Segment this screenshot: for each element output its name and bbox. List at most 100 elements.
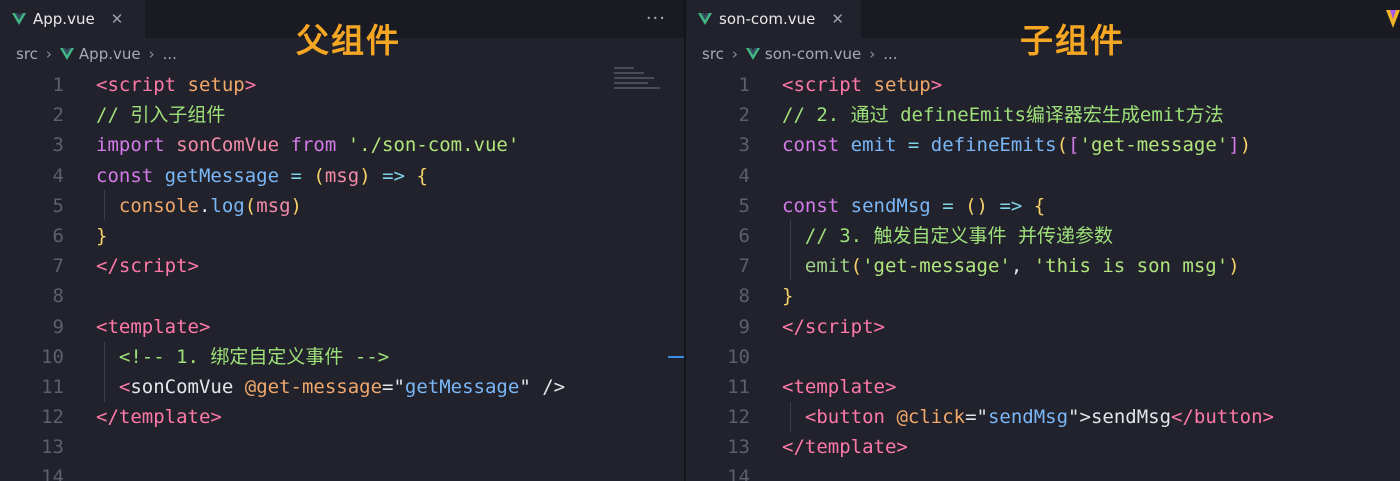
code-token: from [290, 134, 337, 157]
code-line[interactable]: 10 <!-- 1. 绑定自定义事件 --> [0, 342, 684, 372]
code-token: const [782, 134, 840, 157]
code-text: </script> [96, 251, 199, 281]
breadcrumb-folder[interactable]: src [16, 45, 38, 63]
code-line[interactable]: 3 const emit = defineEmits(['get-message'… [686, 130, 1400, 160]
code-line[interactable]: 1 <script setup> [0, 70, 684, 100]
code-token: > [896, 436, 908, 459]
code-token: console [118, 194, 199, 217]
code-token: , [1010, 255, 1034, 278]
vite-icon[interactable] [1386, 10, 1400, 28]
code-line[interactable]: 8 [0, 281, 684, 311]
code-token: button [1193, 406, 1263, 429]
code-line[interactable]: 11 <template> [686, 372, 1400, 402]
code-line[interactable]: 5 const sendMsg = () => { [686, 191, 1400, 221]
breadcrumb-file[interactable]: App.vue [79, 45, 141, 63]
code-line[interactable]: 4 [686, 161, 1400, 191]
code-line[interactable]: 6 // 3. 触发自定义事件 并传递参数 [686, 221, 1400, 251]
code-token: template [107, 315, 199, 338]
code-token: ( [313, 164, 325, 187]
code-line[interactable]: 14 [686, 462, 1400, 481]
code-text: <sonComVue @get-message="getMessage" /> [96, 372, 565, 402]
code-text: const emit = defineEmits(['get-message']… [782, 130, 1251, 160]
line-number: 9 [738, 315, 750, 338]
code-text: <template> [96, 312, 210, 342]
close-icon[interactable]: ✕ [831, 10, 844, 28]
tab-app-vue[interactable]: App.vue ✕ [0, 0, 145, 38]
breadcrumb-tail[interactable]: ... [163, 45, 177, 63]
code-line[interactable]: 4 const getMessage = (msg) => { [0, 161, 684, 191]
code-text: <script setup> [96, 70, 256, 100]
code-token: } [782, 285, 794, 308]
code-token: sonComVue [130, 375, 234, 398]
code-line[interactable]: 5 console.log(msg) [0, 191, 684, 221]
code-editor[interactable]: 1 <script setup> 2// 2. 通过 defineEmits编译器宏… [686, 70, 1400, 481]
line-number: 5 [52, 194, 64, 217]
line-number: 11 [727, 375, 750, 398]
code-token: = [907, 134, 920, 157]
code-token: " /> [519, 375, 566, 398]
breadcrumb-folder[interactable]: src [702, 45, 724, 63]
code-token: './son-com.vue' [347, 134, 520, 157]
code-token: sendMsg [987, 406, 1069, 429]
code-line[interactable]: 12 </template> [0, 402, 684, 432]
more-actions-icon[interactable]: ··· [646, 8, 666, 29]
scroll-position-marker [668, 356, 684, 358]
code-token: > [210, 406, 222, 429]
breadcrumb-tail[interactable]: ... [883, 45, 897, 63]
code-token: < [804, 406, 817, 429]
code-line[interactable]: 3 import sonComVue from './son-com.vue' [0, 130, 684, 160]
code-editor[interactable]: 1 <script setup> 2// 引入子组件 3 import sonComVu… [0, 70, 684, 481]
code-line[interactable]: 6} [0, 221, 684, 251]
breadcrumb-file[interactable]: son-com.vue [765, 45, 861, 63]
code-line[interactable]: 1 <script setup> [686, 70, 1400, 100]
code-token: emit [850, 134, 897, 157]
code-token: setup [873, 74, 931, 96]
code-line[interactable]: 7 emit('get-message', 'this is son msg') [686, 251, 1400, 281]
code-line[interactable]: 12 <button @click="sendMsg">sendMsg</but… [686, 402, 1400, 432]
breadcrumb: src › App.vue › ... [16, 42, 177, 66]
code-line[interactable]: 11 <sonComVue @get-message="getMessage" … [0, 372, 684, 402]
code-token: > [1262, 406, 1274, 429]
code-line[interactable]: 2 // 引入子组件 [0, 100, 684, 130]
vue-file-icon [745, 48, 760, 60]
code-token: setup [187, 74, 245, 96]
code-line[interactable]: 7 </script> [0, 251, 684, 281]
code-token: <!-- 1. 绑定自定义事件 --> [118, 345, 390, 368]
code-line[interactable]: 9 <template> [0, 312, 684, 342]
code-line[interactable]: 13 </template> [686, 432, 1400, 462]
vue-file-icon [12, 13, 26, 25]
code-line[interactable]: 9 </script> [686, 312, 1400, 342]
code-token: import [96, 134, 165, 157]
code-token: { [416, 164, 428, 187]
close-icon[interactable]: ✕ [111, 10, 124, 28]
line-number: 13 [727, 436, 750, 459]
code-text: console.log(msg) [96, 191, 302, 221]
code-line[interactable]: 14 [0, 462, 684, 481]
code-token: msg [256, 194, 291, 217]
code-token: log [210, 194, 245, 217]
code-token: > [244, 74, 257, 96]
tab-son-com-vue[interactable]: son-com.vue ✕ [686, 0, 861, 38]
code-line[interactable]: 13 [0, 432, 684, 462]
line-number: 4 [738, 164, 750, 187]
code-line[interactable]: 8} [686, 281, 1400, 311]
code-line[interactable]: 2 // 2. 通过 defineEmits编译器宏生成emit方法 [686, 100, 1400, 130]
code-token: < [96, 315, 108, 338]
code-token: > [884, 375, 897, 398]
editor-pane-right: son-com.vue ✕ src › son-com.vue › ... 子组… [686, 0, 1400, 481]
code-token: < [96, 74, 108, 96]
code-token: ) [290, 194, 302, 217]
code-line[interactable]: 10 [686, 342, 1400, 372]
line-number: 13 [41, 436, 64, 459]
